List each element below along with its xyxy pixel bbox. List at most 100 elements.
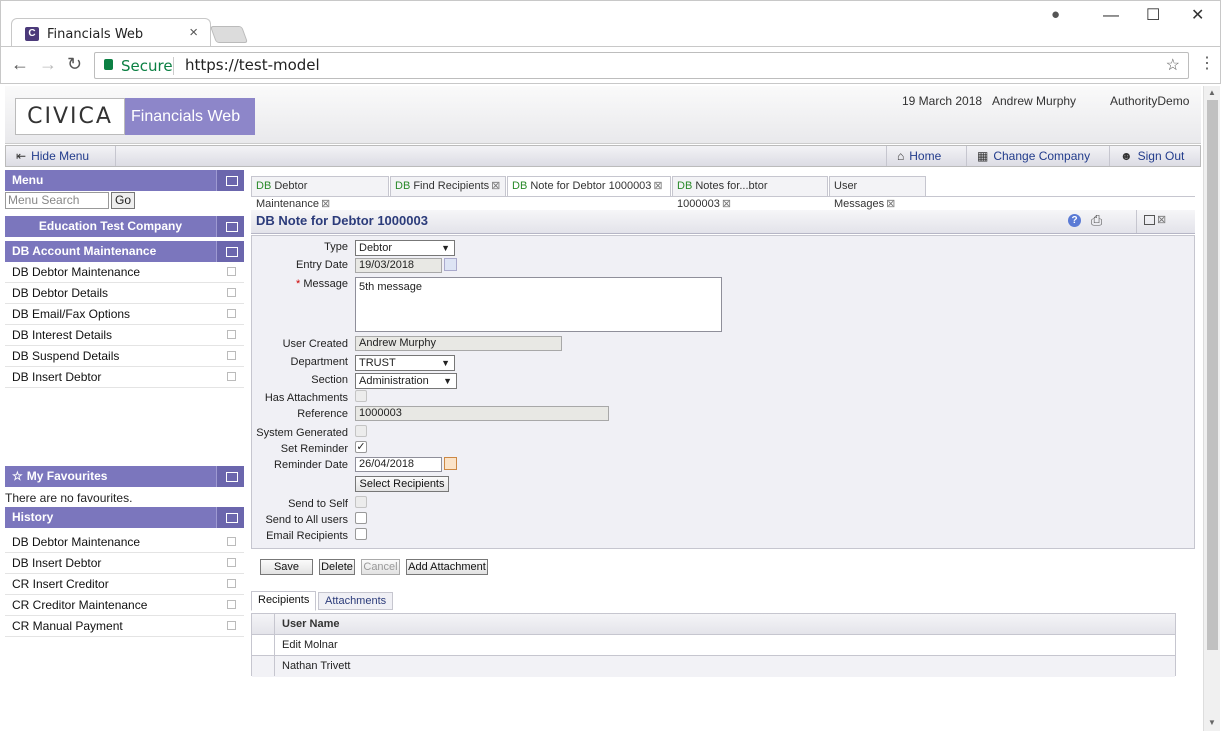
add-attachment-button[interactable]: Add Attachment: [406, 559, 488, 575]
menu-item[interactable]: DB Interest Details: [5, 325, 244, 346]
tab-2[interactable]: DB Note for Debtor 1000003 ⊠: [507, 176, 671, 197]
table-row[interactable]: Edit Molnar: [252, 635, 1175, 656]
tab-underline: [251, 196, 1195, 197]
favourites-pin-icon[interactable]: [216, 466, 244, 487]
tab-3[interactable]: DB Notes for...btor 1000003 ⊠: [672, 176, 828, 210]
department-select[interactable]: TRUST ▼: [355, 355, 455, 371]
open-new-window-icon[interactable]: [227, 267, 236, 276]
scroll-up-icon[interactable]: ▲: [1208, 88, 1216, 97]
menu-item[interactable]: DB Debtor Details: [5, 283, 244, 304]
tab-0[interactable]: DB Debtor Maintenance ⊠: [251, 176, 389, 210]
close-tab-icon[interactable]: ⊠: [321, 198, 330, 210]
reload-icon[interactable]: ↻: [67, 54, 82, 75]
hide-menu-button[interactable]: ⇤ Hide Menu: [6, 146, 116, 166]
message-label: Message: [303, 278, 348, 290]
open-new-window-icon[interactable]: [227, 537, 236, 546]
close-tab-icon[interactable]: ×: [189, 24, 198, 41]
history-item[interactable]: CR Creditor Maintenance: [5, 595, 244, 616]
type-select[interactable]: Debtor ▼: [355, 240, 455, 256]
menu-pin-icon[interactable]: [216, 170, 244, 191]
open-new-window-icon[interactable]: [227, 288, 236, 297]
maximize-icon[interactable]: ☐: [1146, 5, 1160, 25]
back-arrow-icon[interactable]: ←: [11, 54, 29, 75]
menu-item[interactable]: DB Debtor Maintenance: [5, 262, 244, 283]
new-tab-button[interactable]: [209, 26, 249, 43]
tab-prefix: DB: [677, 180, 693, 192]
menu-item[interactable]: DB Suspend Details: [5, 346, 244, 367]
select-recipients-button[interactable]: Select Recipients: [355, 476, 449, 492]
open-new-window-icon[interactable]: [227, 372, 236, 381]
table-row[interactable]: Nathan Trivett: [252, 656, 1175, 677]
browser-tab[interactable]: C Financials Web ×: [11, 18, 211, 48]
close-tab-icon[interactable]: ⊠: [886, 198, 895, 210]
popout-icon[interactable]: [1144, 215, 1155, 225]
type-value: Debtor: [359, 242, 393, 254]
delete-button[interactable]: Delete: [319, 559, 355, 575]
hide-menu-icon: ⇤: [16, 149, 27, 163]
calendar-icon[interactable]: [444, 457, 457, 470]
open-new-window-icon[interactable]: [227, 579, 236, 588]
note-form: Type Debtor ▼ Entry Date 19/03/2018 * Mes…: [251, 235, 1195, 549]
close-tab-icon[interactable]: ⊠: [722, 198, 731, 210]
history-item[interactable]: CR Insert Creditor: [5, 574, 244, 595]
address-bar[interactable]: Secure https://test-model ☆: [94, 52, 1189, 79]
history-item[interactable]: CR Manual Payment: [5, 616, 244, 637]
tab-1[interactable]: DB Find Recipients ⊠: [390, 176, 506, 196]
company-pin-icon[interactable]: [216, 216, 244, 237]
section-folder-icon[interactable]: [216, 241, 244, 262]
menu-search-go-button[interactable]: Go: [111, 192, 135, 209]
minimize-icon[interactable]: —: [1103, 7, 1119, 25]
tab-attachments[interactable]: Attachments: [318, 592, 394, 610]
message-textarea[interactable]: 5th message: [355, 277, 722, 332]
history-item[interactable]: DB Debtor Maintenance: [5, 532, 244, 553]
open-new-window-icon[interactable]: [227, 558, 236, 567]
account-icon[interactable]: ●: [1051, 6, 1060, 23]
url-text[interactable]: https://test-model: [185, 56, 320, 74]
home-button[interactable]: ⌂ Home: [886, 146, 951, 166]
open-new-window-icon[interactable]: [227, 621, 236, 630]
send-to-all-checkbox[interactable]: [355, 512, 367, 524]
help-icon[interactable]: ?: [1068, 214, 1081, 227]
browser-tab-title: Financials Web: [47, 27, 144, 42]
browser-menu-icon[interactable]: ⋮: [1199, 53, 1215, 73]
chevron-down-icon: ▼: [441, 243, 450, 253]
history-item[interactable]: DB Insert Debtor: [5, 553, 244, 574]
close-tab-icon[interactable]: ⊠: [653, 180, 662, 192]
tab-4[interactable]: User Messages ⊠: [829, 176, 926, 210]
company-header: Education Test Company: [5, 216, 244, 237]
email-recipients-label: Email Recipients: [266, 530, 348, 542]
tab-label: Find Recipients: [410, 180, 490, 192]
row-select-cell[interactable]: [252, 635, 275, 655]
scrollbar-thumb[interactable]: [1207, 100, 1218, 650]
close-tab-icon[interactable]: ⊠: [491, 180, 500, 192]
menu-item[interactable]: DB Email/Fax Options: [5, 304, 244, 325]
tab-recipients[interactable]: Recipients: [251, 591, 317, 611]
section-header[interactable]: DB Account Maintenance: [5, 241, 244, 262]
change-company-button[interactable]: ▦ Change Company: [966, 146, 1100, 166]
scroll-down-icon[interactable]: ▼: [1208, 718, 1216, 727]
open-new-window-icon[interactable]: [227, 351, 236, 360]
open-new-window-icon[interactable]: [227, 600, 236, 609]
print-icon[interactable]: ⎙: [1091, 212, 1102, 229]
open-new-window-icon[interactable]: [227, 309, 236, 318]
save-button[interactable]: Save: [260, 559, 313, 575]
close-page-icon[interactable]: ⊠: [1157, 213, 1166, 226]
menu-item[interactable]: DB Insert Debtor: [5, 367, 244, 388]
row-select-cell[interactable]: [252, 656, 275, 676]
reminder-date-field[interactable]: 26/04/2018: [355, 457, 442, 472]
sign-out-button[interactable]: ☻ Sign Out: [1109, 146, 1194, 166]
history-pin-icon[interactable]: [216, 507, 244, 528]
close-window-icon[interactable]: ✕: [1191, 5, 1204, 25]
header-authority: AuthorityDemo: [1110, 94, 1190, 108]
entry-date-field: 19/03/2018: [355, 258, 442, 273]
set-reminder-checkbox[interactable]: ✓: [355, 441, 367, 453]
section-name: DB Account Maintenance: [12, 244, 157, 258]
forward-arrow-icon[interactable]: →: [39, 54, 57, 75]
bookmark-star-icon[interactable]: ☆: [1166, 55, 1180, 75]
menu-search-input[interactable]: Menu Search: [5, 192, 109, 209]
email-recipients-checkbox[interactable]: [355, 528, 367, 540]
page-scrollbar[interactable]: ▲ ▼: [1203, 86, 1220, 731]
section-select[interactable]: Administration ▼: [355, 373, 457, 389]
open-new-window-icon[interactable]: [227, 330, 236, 339]
grid-header-username[interactable]: User Name: [282, 614, 339, 634]
